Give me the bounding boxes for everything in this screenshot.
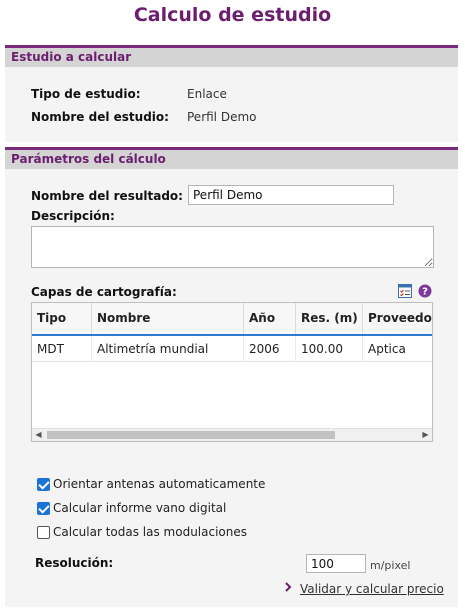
resolution-label: Resolución: [35,556,114,570]
column-header-tipo[interactable]: Tipo [32,303,92,334]
all-modulations-checkbox[interactable] [37,526,50,539]
cartography-table[interactable]: Tipo Nombre Año Res. (m) Proveedor MDT A… [31,302,433,442]
result-name-label: Nombre del resultado: [31,189,183,203]
study-type-label: Tipo de estudio: [31,87,141,101]
study-panel: Estudio a calcular Tipo de estudio: Enla… [5,45,458,142]
column-header-ano[interactable]: Año [244,303,296,334]
result-name-input[interactable] [188,185,394,205]
column-header-nombre[interactable]: Nombre [92,303,244,334]
table-cell-ano: 2006 [244,336,296,362]
digital-report-label: Calcular informe vano digital [53,501,227,515]
study-type-value: Enlace [187,87,227,101]
params-panel: Parámetros del cálculo Nombre del result… [5,147,458,607]
horizontal-scrollbar[interactable]: ◀ ▶ [32,428,432,441]
params-panel-header: Parámetros del cálculo [5,147,458,169]
column-header-proveedor[interactable]: Proveedor [363,303,432,334]
resolution-unit: m/pixel [370,559,411,572]
scrollbar-thumb[interactable] [47,431,335,439]
table-cell-nombre: Altimetría mundial [92,336,244,362]
scroll-left-icon[interactable]: ◀ [32,429,45,441]
study-panel-header: Estudio a calcular [5,45,458,67]
table-header: Tipo Nombre Año Res. (m) Proveedor [32,303,432,336]
table-row[interactable]: MDT Altimetría mundial 2006 100.00 Aptic… [32,336,432,362]
description-label: Descripción: [31,209,115,223]
all-modulations-label: Calcular todas las modulaciones [53,525,247,539]
table-cell-res: 100.00 [296,336,363,362]
svg-text:?: ? [422,287,428,298]
table-cell-tipo: MDT [32,336,92,362]
table-cell-proveedor: Aptica [368,342,406,356]
cartography-layers-label: Capas de cartografía: [31,285,177,299]
checklist-icon[interactable] [398,284,412,298]
orient-antennas-checkbox[interactable] [37,478,50,491]
scroll-right-icon[interactable]: ▶ [419,429,432,441]
chevron-right-icon [284,581,292,593]
help-icon[interactable]: ? [418,284,432,298]
resolution-input[interactable] [306,554,366,573]
column-header-res[interactable]: Res. (m) [296,303,363,334]
page-title: Calculo de estudio [133,4,332,26]
study-name-value: Perfil Demo [187,110,257,124]
description-textarea[interactable] [31,226,434,268]
digital-report-checkbox[interactable] [37,502,50,515]
orient-antennas-label: Orientar antenas automaticamente [53,477,266,491]
validate-calculate-link[interactable]: Validar y calcular precio [300,582,444,596]
study-name-label: Nombre del estudio: [31,110,169,124]
